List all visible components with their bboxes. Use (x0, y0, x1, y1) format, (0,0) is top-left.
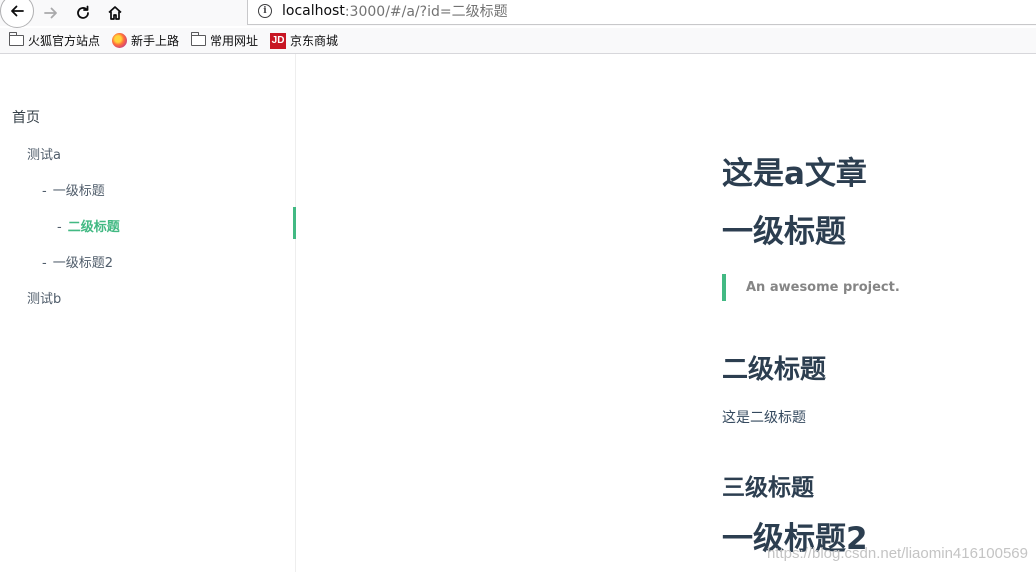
folder-icon (9, 32, 24, 46)
markdown-section: 这是a文章 一级标题 An awesome project. 二级标题 这是二级… (722, 54, 1036, 572)
paragraph: 这是二级标题 (722, 410, 806, 426)
home-icon[interactable] (98, 0, 132, 26)
sidebar-item-test-b[interactable]: 测试b (27, 288, 61, 307)
info-icon[interactable]: i (258, 3, 272, 18)
sidebar-item-h2-active[interactable]: - 二级标题 (57, 216, 120, 235)
forward-icon[interactable] (34, 0, 68, 26)
active-indicator (293, 207, 296, 239)
sidebar-item-label: 二级标题 (67, 220, 120, 235)
watermark: https://blog.csdn.net/liaomin416100569 (766, 545, 1028, 562)
bookmark-label: 新手上路 (131, 34, 180, 48)
blockquote: An awesome project. (722, 274, 1022, 301)
list-dash: - (57, 220, 62, 235)
sidebar-item-h1-2[interactable]: - 一级标题2 (42, 252, 113, 271)
heading-h3[interactable]: 三级标题 (722, 468, 814, 502)
bookmark-getting-started[interactable]: 新手上路 (112, 32, 179, 49)
browser-toolbar: i localhost:3000/#/a/?id=二级标题 (0, 0, 1036, 28)
heading-h1[interactable]: 一级标题 (722, 206, 846, 251)
jd-icon: JD (270, 32, 287, 49)
address-bar[interactable]: i localhost:3000/#/a/?id=二级标题 (247, 0, 1036, 25)
bookmark-label: 京东商城 (290, 34, 339, 48)
url-path: :3000/#/a/?id=二级标题 (344, 3, 508, 20)
back-icon[interactable] (0, 0, 34, 28)
article-title: 这是a文章 (722, 156, 867, 192)
sidebar-item-home[interactable]: 首页 (12, 107, 40, 127)
sidebar: 首页 测试a - 一级标题 - 二级标题 - 一级标题2 测试b (0, 54, 296, 572)
bookmark-firefox-official[interactable]: 火狐官方站点 (9, 32, 100, 49)
sidebar-item-h1[interactable]: - 一级标题 (42, 180, 105, 199)
list-dash: - (42, 256, 47, 271)
bookmarks-bar: 火狐官方站点 新手上路 常用网址 JD 京东商城 (0, 28, 1036, 54)
bookmark-label: 火狐官方站点 (28, 34, 101, 48)
sidebar-item-label: 一级标题 (52, 184, 105, 199)
heading-h2[interactable]: 二级标题 (722, 349, 826, 386)
bookmark-jd-mall[interactable]: JD 京东商城 (270, 32, 338, 49)
sidebar-item-label: 一级标题2 (52, 256, 113, 271)
blockquote-text: An awesome project. (746, 280, 900, 295)
reload-icon[interactable] (66, 0, 100, 26)
bookmark-label: 常用网址 (210, 34, 259, 48)
sidebar-item-test-a[interactable]: 测试a (27, 144, 61, 163)
folder-icon (191, 32, 207, 46)
bookmark-common-sites[interactable]: 常用网址 (191, 32, 258, 49)
url-host: localhost (282, 2, 345, 19)
firefox-icon (112, 33, 128, 48)
list-dash: - (42, 184, 47, 199)
